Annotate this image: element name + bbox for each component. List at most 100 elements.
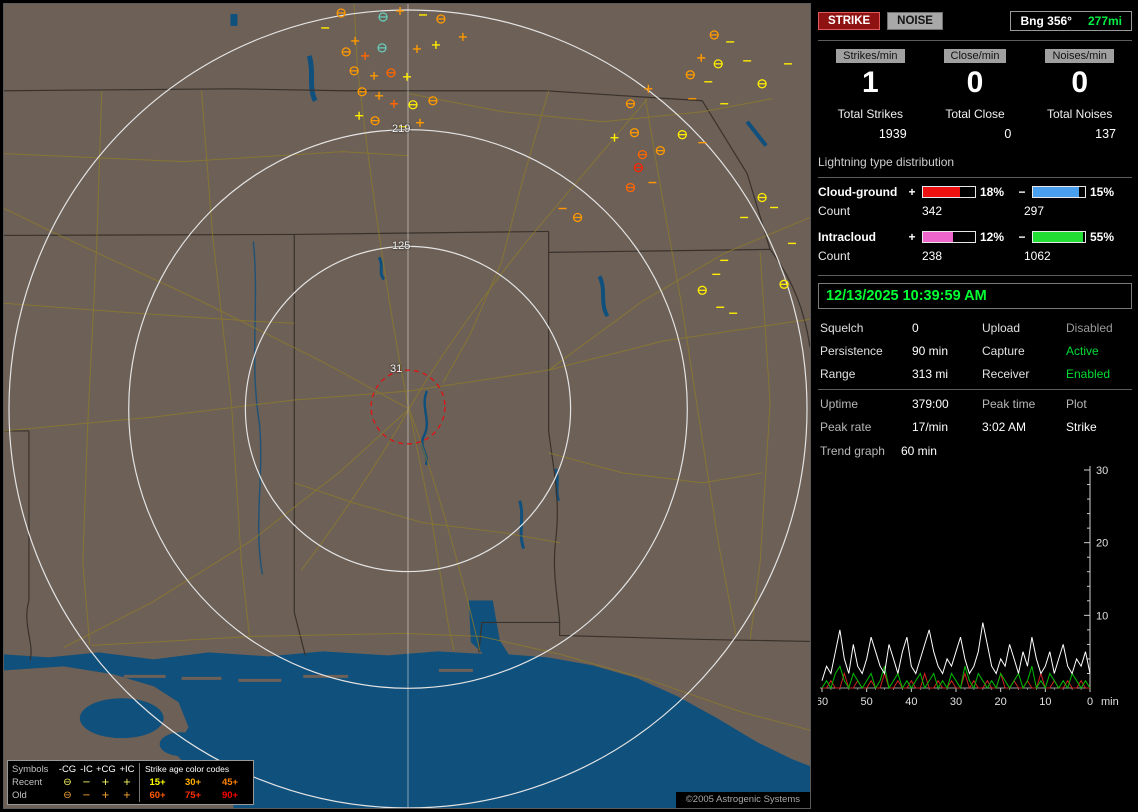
- divider: [818, 177, 1132, 178]
- strikes-per-min-value: 1: [861, 66, 879, 99]
- map-region: 219 125 31 Symbols -CG -IC +CG +IC Strik…: [3, 3, 811, 809]
- rate-columns: Strikes/min 1 Total Strikes 1939 Close/m…: [818, 48, 1132, 141]
- distance-value: 277mi: [1087, 14, 1122, 28]
- ring-label-outer: 219: [392, 123, 411, 135]
- upload-label: Upload: [982, 321, 1021, 335]
- total-strikes-value: 1939: [878, 127, 907, 141]
- legend-symbols-title: Symbols: [12, 764, 49, 775]
- total-close-label: Total Close: [945, 107, 1005, 121]
- noises-column: Noises/min 0 Total Noises 137: [1027, 48, 1132, 141]
- trend-window-value: 60 min: [900, 444, 937, 458]
- age-code-60: 60+: [139, 789, 175, 802]
- trend-graph: 10 20 30 60 50 40 30 20 10 0 min: [818, 465, 1119, 708]
- ic-plus-count: 238: [922, 249, 943, 263]
- map-legend: Symbols -CG -IC +CG +IC Strike age color…: [7, 760, 254, 805]
- svg-text:min: min: [1101, 696, 1119, 708]
- peak-rate-label: Peak rate: [820, 420, 872, 434]
- minus-sign: −: [1018, 185, 1026, 199]
- age-code-30: 30+: [184, 777, 202, 788]
- noises-per-min-chip: Noises/min: [1045, 49, 1114, 63]
- age-code-45: 45+: [221, 777, 239, 788]
- ic-minus-pct: 55%: [1090, 230, 1115, 244]
- svg-text:0: 0: [1087, 696, 1093, 708]
- cloud-ground-counts: Count 342 297: [818, 204, 1132, 218]
- intracloud-counts: Count 238 1062: [818, 249, 1132, 263]
- plot-value: Strike: [1066, 420, 1097, 434]
- age-code-90: 90+: [221, 790, 239, 801]
- cg-plus-count: 342: [922, 204, 943, 218]
- svg-text:60: 60: [818, 696, 828, 708]
- svg-text:20: 20: [995, 696, 1007, 708]
- noises-per-min-value: 0: [1071, 66, 1089, 99]
- status-header: STRIKE NOISE Bng 356° 277mi: [818, 10, 1132, 32]
- settings-grid: Squelch 0 Upload Disabled Persistence 90…: [820, 321, 1130, 381]
- copyright-text: ©2005 Astrogenic Systems: [675, 792, 810, 808]
- peak-time-value: 3:02 AM: [982, 420, 1027, 434]
- divider: [818, 275, 1132, 276]
- range-value: 313 mi: [912, 367, 949, 381]
- bearing-display: Bng 356° 277mi: [1010, 11, 1132, 31]
- trend-header: Trend graph 60 min: [820, 444, 1130, 458]
- range-label: Range: [820, 367, 856, 381]
- divider: [818, 389, 1132, 390]
- receiver-label: Receiver: [982, 367, 1030, 381]
- legend-recent-label: Recent: [12, 777, 43, 788]
- noise-button[interactable]: NOISE: [887, 12, 943, 30]
- squelch-value: 0: [912, 321, 919, 335]
- minus-sign: −: [1018, 230, 1026, 244]
- cg-minus-bar: [1032, 186, 1086, 198]
- ic-neg-icon: −: [82, 777, 91, 788]
- ring-label-middle: 125: [392, 240, 411, 252]
- stats-grid: Uptime 379:00 Peak time Plot Peak rate 1…: [820, 397, 1130, 434]
- svg-text:40: 40: [905, 696, 917, 708]
- divider: [818, 40, 1132, 41]
- peak-time-label: Peak time: [982, 397, 1036, 411]
- strikes-per-min-chip: Strikes/min: [836, 49, 905, 63]
- total-noises-value: 137: [1095, 127, 1117, 141]
- svg-text:30: 30: [950, 696, 962, 708]
- total-strikes-label: Total Strikes: [837, 107, 904, 121]
- legend-header-cg-neg: -CG: [58, 764, 77, 775]
- count-label: Count: [818, 204, 851, 218]
- svg-text:20: 20: [1096, 538, 1108, 550]
- plus-sign: +: [908, 185, 916, 199]
- legend-header-ic-neg: -IC: [80, 764, 93, 775]
- capture-label: Capture: [982, 344, 1025, 358]
- squelch-label: Squelch: [820, 321, 864, 335]
- cg-plus-bar: [922, 186, 976, 198]
- close-per-min-chip: Close/min: [943, 49, 1007, 63]
- strike-button[interactable]: STRIKE: [818, 12, 881, 30]
- legend-old-label: Old: [12, 790, 27, 801]
- ic-minus-count: 1062: [1024, 249, 1051, 263]
- uptime-label: Uptime: [820, 397, 859, 411]
- count-label: Count: [818, 249, 851, 263]
- datetime-display: 12/13/2025 10:39:59 AM: [818, 283, 1132, 309]
- ic-neg-icon: −: [82, 790, 91, 801]
- legend-age-title: Strike age color codes: [139, 763, 249, 776]
- peak-rate-value: 17/min: [912, 420, 949, 434]
- cg-pos-icon: +: [101, 777, 110, 788]
- persistence-value: 90 min: [912, 344, 949, 358]
- svg-text:10: 10: [1096, 610, 1108, 622]
- control-panel: STRIKE NOISE Bng 356° 277mi Strikes/min …: [818, 10, 1132, 714]
- intracloud-row: Intracloud + 12% − 55%: [818, 230, 1132, 244]
- strikes-column: Strikes/min 1 Total Strikes 1939: [818, 48, 923, 141]
- legend-header-ic-pos: +IC: [119, 764, 135, 775]
- ic-minus-bar: [1032, 231, 1086, 243]
- persistence-label: Persistence: [820, 344, 883, 358]
- age-code-75: 75+: [184, 790, 202, 801]
- cg-neg-icon: ⊖: [63, 790, 72, 801]
- close-column: Close/min 0 Total Close 0: [923, 48, 1028, 141]
- total-close-value: 0: [1004, 127, 1012, 141]
- app-window: { "header": { "strike": "STRIKE", "noise…: [0, 0, 1138, 812]
- ic-plus-bar: [922, 231, 976, 243]
- bearing-value: Bng 356°: [1020, 14, 1072, 28]
- distribution-title: Lightning type distribution: [818, 155, 955, 169]
- upload-value: Disabled: [1066, 321, 1113, 335]
- cg-neg-icon: ⊖: [63, 777, 72, 788]
- ic-pos-icon: +: [122, 777, 132, 788]
- cloud-ground-label: Cloud-ground: [818, 185, 898, 199]
- cg-plus-pct: 18%: [980, 185, 1005, 199]
- svg-text:10: 10: [1039, 696, 1051, 708]
- cloud-ground-row: Cloud-ground + 18% − 15%: [818, 185, 1132, 199]
